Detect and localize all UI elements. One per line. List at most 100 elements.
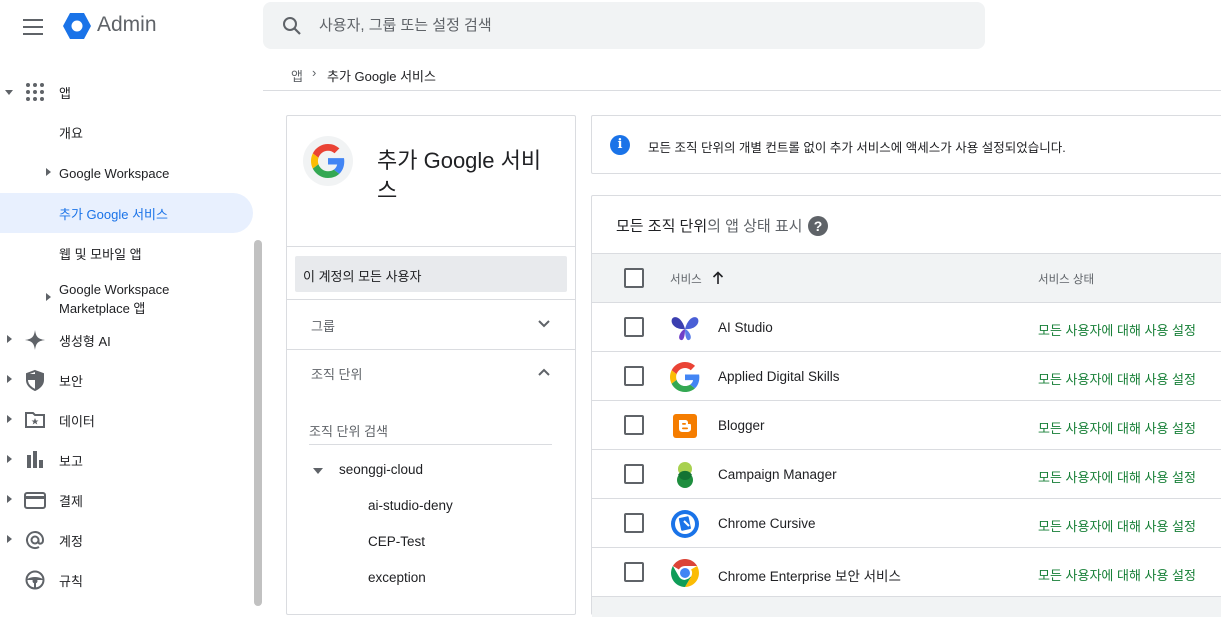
app-brand: Admin xyxy=(97,13,157,36)
chevron-down-icon xyxy=(5,90,13,95)
org-unit-search-input[interactable]: 조직 단위 검색 xyxy=(309,419,552,445)
sidebar-item-label: Marketplace 앱 xyxy=(59,301,146,316)
sidebar-item-web-mobile-apps[interactable]: 웹 및 모바일 앱 xyxy=(0,233,254,273)
folder-star-icon xyxy=(25,412,45,428)
sidebar-item-label: Google Workspace xyxy=(59,282,170,297)
sidebar-item-overview[interactable]: 개요 xyxy=(0,112,254,152)
sidebar-item-label: 보안 xyxy=(59,373,83,389)
chevron-up-icon[interactable] xyxy=(537,367,551,377)
sidebar-item-label: 계정 xyxy=(59,533,83,549)
org-tree-item[interactable]: CEP-Test xyxy=(368,534,425,549)
chevron-down-icon[interactable] xyxy=(537,319,551,329)
service-status[interactable]: 모든 사용자에 대해 사용 설정 xyxy=(1038,467,1196,486)
service-name: Campaign Manager xyxy=(718,467,837,482)
sidebar-item-google-workspace[interactable]: Google Workspace xyxy=(0,153,254,193)
help-icon[interactable]: ? xyxy=(808,216,828,236)
table-row[interactable]: AI Studio 모든 사용자에 대해 사용 설정 xyxy=(592,303,1221,352)
services-table-card: 모든 조직 단위의 앱 상태 표시 ? 서비스 서비스 상태 AI Studio… xyxy=(591,195,1221,617)
chevron-right-icon xyxy=(7,535,12,543)
title-suffix: 의 앱 상태 표시 xyxy=(707,218,803,235)
row-checkbox[interactable] xyxy=(624,464,644,484)
row-checkbox[interactable] xyxy=(624,562,644,582)
org-units-section-toggle[interactable]: 조직 단위 xyxy=(311,364,362,383)
sidebar-scrollbar[interactable] xyxy=(254,240,262,606)
info-banner: i 모든 조직 단위의 개별 컨트롤 없이 추가 서비스에 액세스가 사용 설정… xyxy=(591,115,1221,174)
service-status[interactable]: 모든 사용자에 대해 사용 설정 xyxy=(1038,369,1196,388)
chevron-right-icon: › xyxy=(312,65,317,80)
service-status[interactable]: 모든 사용자에 대해 사용 설정 xyxy=(1038,565,1196,584)
credit-card-icon xyxy=(24,492,46,509)
sidebar-item-billing[interactable]: 결제 xyxy=(0,480,254,520)
google-g-icon xyxy=(670,362,700,392)
org-tree-item[interactable]: exception xyxy=(368,570,426,585)
service-name: Blogger xyxy=(718,418,765,433)
top-bar: Admin xyxy=(0,0,1221,52)
campaign-manager-icon xyxy=(677,462,693,488)
search-bar[interactable] xyxy=(263,2,985,49)
service-status[interactable]: 모든 사용자에 대해 사용 설정 xyxy=(1038,418,1196,437)
table-row[interactable]: Applied Digital Skills 모든 사용자에 대해 사용 설정 xyxy=(592,352,1221,401)
sidebar-item-label: 규칙 xyxy=(59,573,83,589)
bar-chart-icon xyxy=(27,451,43,468)
sidebar-item-marketplace-apps[interactable]: Google Workspace Marketplace 앱 xyxy=(0,276,254,320)
info-icon: i xyxy=(610,135,630,155)
service-scope-panel: 추가 Google 서비스 이 계정의 모든 사용자 그룹 조직 단위 조직 단… xyxy=(286,115,576,615)
search-icon xyxy=(283,17,301,35)
groups-section-toggle[interactable]: 그룹 xyxy=(311,316,335,335)
service-status[interactable]: 모든 사용자에 대해 사용 설정 xyxy=(1038,320,1196,339)
service-status[interactable]: 모든 사용자에 대해 사용 설정 xyxy=(1038,516,1196,535)
select-all-checkbox[interactable] xyxy=(624,268,644,288)
table-row[interactable]: Campaign Manager 모든 사용자에 대해 사용 설정 xyxy=(592,450,1221,499)
row-checkbox[interactable] xyxy=(624,513,644,533)
chevron-right-icon xyxy=(7,375,12,383)
breadcrumb-current: 추가 Google 서비스 xyxy=(327,69,436,84)
info-banner-text: 모든 조직 단위의 개별 컨트롤 없이 추가 서비스에 액세스가 사용 설정되었… xyxy=(648,141,1066,155)
sidebar-item-additional-google-services[interactable]: 추가 Google 서비스 xyxy=(0,193,253,233)
org-tree-item[interactable]: ai-studio-deny xyxy=(368,498,453,513)
chevron-down-icon[interactable] xyxy=(313,468,323,474)
search-input[interactable] xyxy=(319,2,959,49)
chevron-right-icon xyxy=(46,168,51,176)
row-checkbox[interactable] xyxy=(624,366,644,386)
row-checkbox[interactable] xyxy=(624,415,644,435)
steering-wheel-icon xyxy=(25,570,45,590)
table-row[interactable]: Chrome Enterprise 보안 서비스 모든 사용자에 대해 사용 설… xyxy=(592,548,1221,597)
sidebar-item-label: 생성형 AI xyxy=(59,333,111,349)
divider xyxy=(287,246,575,247)
chevron-right-icon xyxy=(7,455,12,463)
row-checkbox[interactable] xyxy=(624,317,644,337)
blogger-icon xyxy=(673,414,697,438)
sidebar-item-label: 웹 및 모바일 앱 xyxy=(59,246,142,262)
table-footer xyxy=(592,597,1221,617)
breadcrumb-apps-link[interactable]: 앱 xyxy=(291,66,303,85)
org-tree-root[interactable]: seonggi-cloud xyxy=(339,462,423,477)
all-users-option[interactable]: 이 계정의 모든 사용자 xyxy=(295,256,567,292)
column-header-service[interactable]: 서비스 xyxy=(670,271,702,287)
sidebar-item-label: 보고 xyxy=(59,453,83,469)
service-name: Chrome Cursive xyxy=(718,516,816,531)
title-scope: 모든 조직 단위 xyxy=(616,218,708,235)
sidebar-item-label: Google Workspace xyxy=(59,165,170,181)
sidebar-item-security[interactable]: 보안 xyxy=(0,360,254,400)
table-row[interactable]: Blogger 모든 사용자에 대해 사용 설정 xyxy=(592,401,1221,450)
sidebar-item-data[interactable]: 데이터 xyxy=(0,400,254,440)
sidebar-item-account[interactable]: 계정 xyxy=(0,520,254,560)
ai-studio-icon xyxy=(671,317,699,341)
chevron-right-icon xyxy=(7,335,12,343)
google-g-icon xyxy=(311,144,345,178)
sidebar-item-generative-ai[interactable]: 생성형 AI xyxy=(0,320,254,360)
chevron-right-icon xyxy=(7,495,12,503)
chrome-icon xyxy=(671,559,699,587)
sidebar-item-rules[interactable]: 규칙 xyxy=(0,560,254,600)
apps-grid-icon xyxy=(26,83,44,101)
column-header-status[interactable]: 서비스 상태 xyxy=(1038,271,1094,287)
menu-icon[interactable] xyxy=(20,14,46,36)
sidebar-item-apps[interactable]: 앱 xyxy=(0,72,254,112)
sidebar-item-reporting[interactable]: 보고 xyxy=(0,440,254,480)
table-row[interactable]: Chrome Cursive 모든 사용자에 대해 사용 설정 xyxy=(592,499,1221,548)
sidebar-item-label: 앱 xyxy=(59,85,71,101)
sort-ascending-icon[interactable] xyxy=(712,271,724,285)
divider xyxy=(287,349,575,350)
service-name: Chrome Enterprise 보안 서비스 xyxy=(718,569,901,584)
google-logo-badge xyxy=(303,136,353,186)
